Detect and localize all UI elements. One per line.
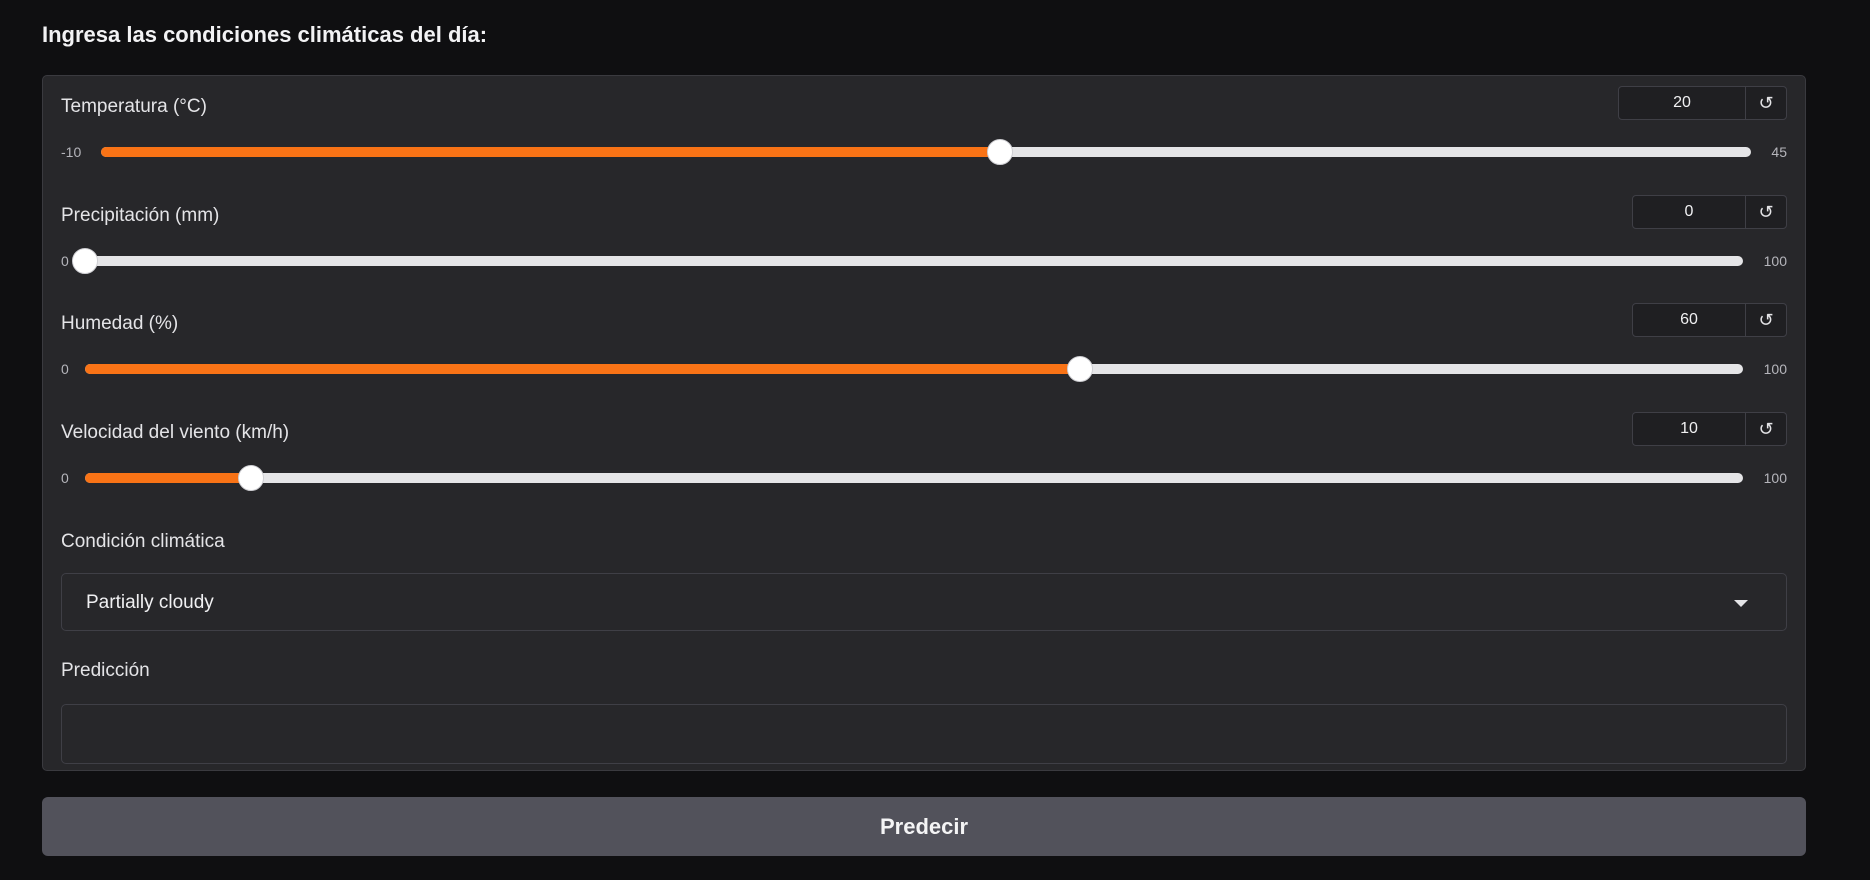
condition-selected: Partially cloudy bbox=[86, 592, 214, 613]
precipitation-thumb[interactable] bbox=[72, 248, 98, 274]
temperature-slider[interactable]: -10 45 bbox=[61, 139, 1787, 165]
humidity-max: 100 bbox=[1763, 361, 1787, 377]
temperature-max: 45 bbox=[1771, 144, 1787, 160]
reset-icon[interactable]: ↺ bbox=[1746, 87, 1786, 119]
caret-down-icon bbox=[1734, 600, 1748, 607]
precipitation-track[interactable] bbox=[72, 248, 1743, 274]
reset-icon[interactable]: ↺ bbox=[1746, 413, 1786, 445]
reset-icon[interactable]: ↺ bbox=[1746, 304, 1786, 336]
app-root: Ingresa las condiciones climáticas del d… bbox=[0, 0, 1870, 880]
wind-speed-input[interactable]: 10 bbox=[1633, 413, 1746, 445]
temperature-track[interactable] bbox=[101, 139, 1751, 165]
humidity-thumb[interactable] bbox=[1066, 356, 1093, 382]
prediction-output[interactable] bbox=[61, 704, 1787, 764]
wind-speed-max: 100 bbox=[1763, 470, 1787, 486]
condition-label: Condición climática bbox=[61, 531, 225, 552]
page-heading: Ingresa las condiciones climáticas del d… bbox=[42, 22, 488, 47]
temperature-fill bbox=[101, 147, 1001, 157]
humidity-input[interactable]: 60 bbox=[1633, 304, 1746, 336]
condition-dropdown[interactable]: Partially cloudy bbox=[61, 573, 1787, 631]
input-panel: Temperatura (°C) 20 ↺ -10 45 Precipitaci… bbox=[42, 75, 1806, 771]
precipitation-label: Precipitación (mm) bbox=[61, 205, 220, 226]
precipitation-number-box: 0 ↺ bbox=[1632, 195, 1787, 229]
precipitation-min: 0 bbox=[61, 253, 69, 269]
temperature-input[interactable]: 20 bbox=[1619, 87, 1746, 119]
precipitation-slider[interactable]: 0 100 bbox=[61, 248, 1787, 274]
wind-speed-label: Velocidad del viento (km/h) bbox=[61, 422, 290, 443]
wind-speed-number-box: 10 ↺ bbox=[1632, 412, 1787, 446]
temperature-number-box: 20 ↺ bbox=[1618, 86, 1787, 120]
reset-icon[interactable]: ↺ bbox=[1746, 196, 1786, 228]
wind-speed-min: 0 bbox=[61, 470, 69, 486]
wind-speed-track[interactable] bbox=[85, 465, 1743, 491]
humidity-track[interactable] bbox=[85, 356, 1743, 382]
precipitation-max: 100 bbox=[1763, 253, 1787, 269]
temperature-label: Temperatura (°C) bbox=[61, 96, 207, 117]
wind-speed-thumb[interactable] bbox=[237, 465, 264, 491]
precipitation-input[interactable]: 0 bbox=[1633, 196, 1746, 228]
temperature-min: -10 bbox=[61, 144, 82, 160]
humidity-slider[interactable]: 0 100 bbox=[61, 356, 1787, 382]
wind-speed-slider[interactable]: 0 100 bbox=[61, 465, 1787, 491]
predict-button[interactable]: Predecir bbox=[42, 797, 1806, 856]
humidity-fill bbox=[85, 364, 1080, 374]
prediction-label: Predicción bbox=[61, 660, 150, 681]
humidity-number-box: 60 ↺ bbox=[1632, 303, 1787, 337]
temperature-thumb[interactable] bbox=[987, 139, 1014, 165]
humidity-min: 0 bbox=[61, 361, 69, 377]
wind-speed-fill bbox=[85, 473, 251, 483]
humidity-label: Humedad (%) bbox=[61, 313, 179, 334]
